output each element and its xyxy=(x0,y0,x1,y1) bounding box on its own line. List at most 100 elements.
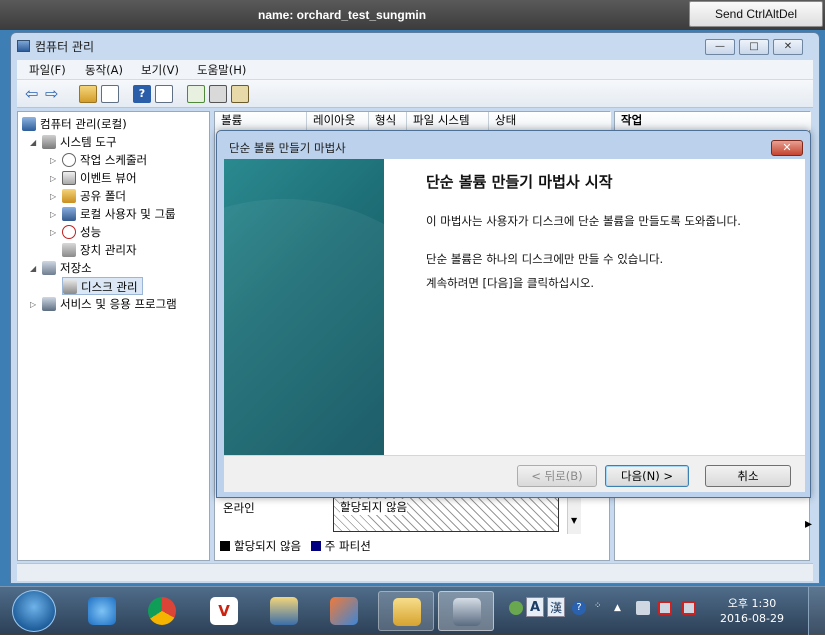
tree-item-task-scheduler[interactable]: 작업 스케줄러 xyxy=(62,151,147,169)
tree-item-storage[interactable]: 저장소 xyxy=(42,259,92,277)
dialog-title: 단순 볼륨 만들기 마법사 xyxy=(229,141,346,155)
ime-options-icon[interactable]: ⁘ xyxy=(594,601,608,615)
next-button[interactable]: 다음(N) > xyxy=(605,465,689,487)
computer-icon xyxy=(22,117,36,131)
column-header-volume[interactable]: 볼륨 xyxy=(215,112,307,130)
expand-arrow-icon[interactable]: ▷ xyxy=(30,300,36,309)
taskbar-explorer[interactable] xyxy=(378,591,434,631)
dialog-close-button[interactable]: ✕ xyxy=(771,140,803,156)
minimize-button[interactable]: — xyxy=(705,39,735,55)
taskbar-vnc[interactable]: V xyxy=(196,591,252,631)
taskbar-ie[interactable] xyxy=(74,591,130,631)
settings-icon[interactable] xyxy=(231,85,249,103)
wizard-banner-image xyxy=(224,159,384,455)
ime-alpha-indicator[interactable]: A xyxy=(526,597,544,617)
menu-view[interactable]: 보기(V) xyxy=(141,62,179,78)
maximize-button[interactable]: □ xyxy=(739,39,769,55)
network-tool-icon xyxy=(270,597,298,625)
menu-help[interactable]: 도움말(H) xyxy=(197,62,246,78)
taskbar-computer-management[interactable] xyxy=(438,591,494,631)
tree-label: 저장소 xyxy=(60,261,92,275)
column-header-layout[interactable]: 레이아웃 xyxy=(307,112,369,130)
expand-arrow-icon[interactable]: ▷ xyxy=(50,210,56,219)
app-icon xyxy=(330,597,358,625)
unallocated-partition[interactable]: 할당되지 않음 xyxy=(333,496,559,532)
wizard-continue-text: 계속하려면 [다음]을 클릭하십시오. xyxy=(426,276,595,290)
performance-icon xyxy=(62,225,76,239)
disk-legend: 할당되지 않음 주 파티션 xyxy=(220,538,371,554)
show-hidden-icons-icon[interactable]: ▲ xyxy=(614,601,628,615)
legend-swatch-unallocated xyxy=(220,541,230,551)
up-folder-icon[interactable] xyxy=(79,85,97,103)
tree-label: 이벤트 뷰어 xyxy=(80,171,137,185)
column-header-type[interactable]: 형식 xyxy=(369,112,407,130)
clock-icon xyxy=(62,153,76,167)
show-hide-tree-icon[interactable] xyxy=(101,85,119,103)
volume-muted-icon[interactable] xyxy=(682,601,696,615)
internet-explorer-icon xyxy=(88,597,116,625)
ime-toggle-icon[interactable] xyxy=(509,601,523,615)
send-ctrl-alt-del-button[interactable]: Send CtrlAltDel xyxy=(689,1,823,27)
help-icon[interactable]: ? xyxy=(133,85,151,103)
tree-item-disk-management[interactable]: 디스크 관리 xyxy=(62,277,143,295)
computer-management-icon xyxy=(17,40,30,52)
properties-icon[interactable] xyxy=(209,85,227,103)
scroll-down-icon[interactable]: ▼ xyxy=(571,516,577,525)
taskbar: V A 漢 ? ⁘ ▲ 오후 1:30 2016-08-29 xyxy=(0,586,825,635)
tree-item-performance[interactable]: 성능 xyxy=(62,223,101,241)
tree-label: 디스크 관리 xyxy=(81,280,138,294)
menu-file[interactable]: 파일(F) xyxy=(29,62,66,78)
expand-arrow-icon[interactable]: ▷ xyxy=(50,228,56,237)
refresh-icon[interactable] xyxy=(187,85,205,103)
back-button[interactable]: < 뒤로(B) xyxy=(517,465,597,487)
computer-management-taskbar-icon xyxy=(453,598,481,626)
taskbar-app[interactable] xyxy=(316,591,372,631)
tree-item-shared-folders[interactable]: 공유 폴더 xyxy=(62,187,126,205)
menu-action[interactable]: 동작(A) xyxy=(85,62,123,78)
collapse-arrow-icon[interactable]: ◢ xyxy=(30,264,36,273)
disk-icon xyxy=(63,280,77,294)
system-clock[interactable]: 오후 1:30 2016-08-29 xyxy=(716,596,788,626)
expand-arrow-icon[interactable]: ▷ xyxy=(50,192,56,201)
new-simple-volume-wizard: 단순 볼륨 만들기 마법사 ✕ 단순 볼륨 만들기 마법사 시작 이 마법사는 … xyxy=(216,130,811,498)
tree-item-system-tools[interactable]: 시스템 도구 xyxy=(42,133,117,151)
cancel-button[interactable]: 취소 xyxy=(705,465,791,487)
expand-arrow-icon[interactable]: ▷ xyxy=(50,174,56,183)
taskbar-network[interactable] xyxy=(256,591,312,631)
taskbar-chrome[interactable] xyxy=(134,591,190,631)
collapse-arrow-icon[interactable]: ◢ xyxy=(30,138,36,147)
storage-icon xyxy=(42,261,56,275)
tree-label: 컴퓨터 관리(로컬) xyxy=(40,117,127,131)
shared-folder-icon xyxy=(62,189,76,203)
help-tray-icon[interactable]: ? xyxy=(572,601,586,615)
start-button-icon[interactable] xyxy=(12,590,56,632)
tree-label: 장치 관리자 xyxy=(80,243,137,257)
forward-arrow-icon[interactable]: ⇨ xyxy=(45,85,63,103)
tree-item-root[interactable]: 컴퓨터 관리(로컬) xyxy=(22,115,127,133)
legend-swatch-primary xyxy=(310,541,321,551)
tools-icon xyxy=(42,135,56,149)
column-header-filesystem[interactable]: 파일 시스템 xyxy=(407,112,489,130)
tree-item-device-manager[interactable]: 장치 관리자 xyxy=(62,241,137,259)
tree-item-services[interactable]: 서비스 및 응용 프로그램 xyxy=(42,295,177,313)
show-desktop-button[interactable] xyxy=(808,587,825,635)
tree-item-local-users[interactable]: 로컬 사용자 및 그룹 xyxy=(62,205,176,223)
event-viewer-icon xyxy=(62,171,76,185)
column-header-status[interactable]: 상태 xyxy=(489,112,611,130)
wizard-button-bar: < 뒤로(B) 다음(N) > 취소 xyxy=(224,455,805,492)
clock-date: 2016-08-29 xyxy=(720,612,784,625)
tree-label: 서비스 및 응용 프로그램 xyxy=(60,297,177,311)
action-center-icon[interactable] xyxy=(636,601,650,615)
expand-arrow-icon[interactable]: ▷ xyxy=(50,156,56,165)
back-arrow-icon[interactable]: ⇦ xyxy=(25,85,43,103)
window-title: 컴퓨터 관리 xyxy=(35,40,95,54)
tree-item-event-viewer[interactable]: 이벤트 뷰어 xyxy=(62,169,137,187)
window-titlebar: 컴퓨터 관리 xyxy=(17,37,94,57)
action-pane-icon[interactable] xyxy=(155,85,173,103)
status-bar xyxy=(17,563,813,581)
ime-hanja-indicator[interactable]: 漢 xyxy=(547,597,565,617)
network-status-icon[interactable] xyxy=(658,601,672,615)
tree-label: 성능 xyxy=(80,225,102,239)
tree-label: 로컬 사용자 및 그룹 xyxy=(80,207,176,221)
close-button[interactable]: ✕ xyxy=(773,39,803,55)
